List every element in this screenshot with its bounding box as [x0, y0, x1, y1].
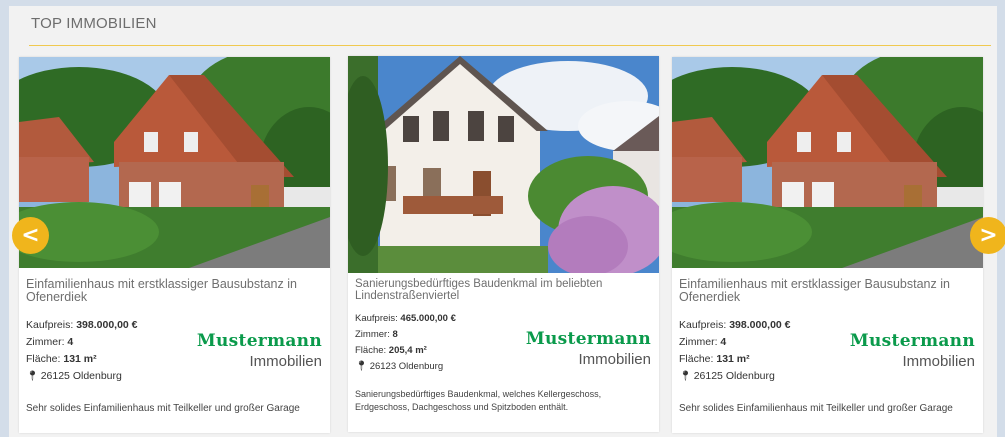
listing-photo[interactable]	[348, 56, 659, 273]
listing-card[interactable]: Einfamilienhaus mit erstklassiger Bausub…	[19, 57, 330, 433]
listing-facts: Kaufpreis: 465.000,00 € Zimmer: 8 Fläche…	[355, 311, 456, 375]
listing-facts: Kaufpreis: 398.000,00 € Zimmer: 4 Fläche…	[26, 317, 138, 385]
carousel-next-button[interactable]: >	[970, 217, 1005, 254]
brand-logo: Mustermann Immobilien	[849, 331, 975, 371]
listing-title[interactable]: Sanierungsbedürftiges Baudenkmal im beli…	[355, 278, 655, 302]
rooms-label: Zimmer:	[679, 336, 718, 348]
brand-name: Mustermann	[525, 329, 651, 349]
area-label: Fläche:	[679, 353, 714, 365]
map-pin-icon: 📍︎	[26, 371, 39, 382]
price-value: 465.000,00 €	[400, 313, 456, 324]
location-value: 26123 Oldenburg	[369, 361, 444, 372]
rooms-value: 8	[392, 329, 398, 340]
price-label: Kaufpreis:	[355, 313, 398, 324]
map-pin-icon: 📍︎	[355, 361, 368, 372]
listing-description: Sehr solides Einfamilienhaus mit Teilkel…	[679, 403, 953, 414]
area-label: Fläche:	[26, 353, 61, 365]
rooms-value: 4	[67, 336, 74, 348]
listing-photo[interactable]	[672, 57, 983, 268]
price-value: 398.000,00 €	[76, 319, 138, 331]
map-pin-icon: 📍︎	[679, 371, 692, 382]
listing-card[interactable]: Einfamilienhaus mit erstklassiger Bausub…	[672, 57, 983, 433]
location-value: 26125 Oldenburg	[693, 370, 775, 382]
price-label: Kaufpreis:	[26, 319, 74, 331]
area-label: Fläche:	[355, 345, 387, 356]
section-title: TOP IMMOBILIEN	[31, 15, 157, 32]
listing-photo[interactable]	[19, 57, 330, 268]
brand-logo: Mustermann Immobilien	[196, 331, 322, 371]
brand-name: Mustermann	[196, 331, 322, 351]
brand-logo: Mustermann Immobilien	[525, 329, 651, 369]
listing-facts: Kaufpreis: 398.000,00 € Zimmer: 4 Fläche…	[679, 317, 791, 385]
brand-subtitle: Immobilien	[578, 351, 651, 368]
chevron-right-icon: >	[979, 223, 998, 248]
location-value: 26125 Oldenburg	[40, 370, 122, 382]
price-label: Kaufpreis:	[679, 319, 727, 331]
brand-name: Mustermann	[849, 331, 975, 351]
carousel-prev-button[interactable]: <	[12, 217, 49, 254]
brand-subtitle: Immobilien	[902, 353, 975, 370]
listing-title[interactable]: Einfamilienhaus mit erstklassiger Bausub…	[26, 278, 326, 304]
listing-description: Sanierungsbedürftiges Baudenkmal, welche…	[355, 389, 602, 412]
listing-title[interactable]: Einfamilienhaus mit erstklassiger Bausub…	[679, 278, 979, 304]
chevron-left-icon: <	[21, 223, 40, 248]
rooms-label: Zimmer:	[26, 336, 65, 348]
listing-card[interactable]: Sanierungsbedürftiges Baudenkmal im beli…	[348, 56, 659, 432]
area-value: 131 m²	[716, 353, 750, 365]
rooms-value: 4	[720, 336, 727, 348]
section-divider	[29, 45, 991, 46]
listing-description: Sehr solides Einfamilienhaus mit Teilkel…	[26, 403, 300, 414]
area-value: 205,4 m²	[388, 345, 427, 356]
rooms-label: Zimmer:	[355, 329, 390, 340]
brand-subtitle: Immobilien	[249, 353, 322, 370]
area-value: 131 m²	[63, 353, 97, 365]
price-value: 398.000,00 €	[729, 319, 791, 331]
